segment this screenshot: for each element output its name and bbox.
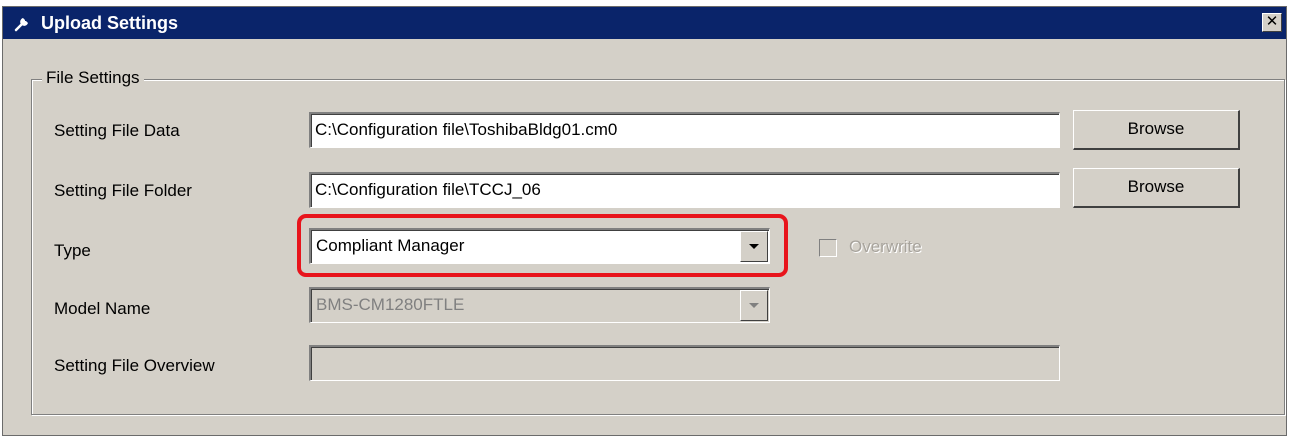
dialog-title: Upload Settings bbox=[41, 13, 179, 33]
setting-file-data-label: Setting File Data bbox=[54, 121, 180, 140]
chevron-down-icon[interactable] bbox=[740, 290, 768, 321]
group-title: File Settings bbox=[42, 67, 144, 89]
model-name-label: Model Name bbox=[54, 299, 151, 318]
highlight-annotation bbox=[297, 214, 788, 277]
close-icon: ✕ bbox=[1265, 13, 1279, 30]
setting-file-overview-label: Setting File Overview bbox=[54, 356, 215, 375]
setting-file-folder-label: Setting File Folder bbox=[54, 181, 192, 200]
setting-file-folder-input[interactable]: C:\Configuration file\TCCJ_06 bbox=[309, 172, 1060, 208]
model-name-value: BMS-CM1280FTLE bbox=[316, 295, 465, 314]
browse-folder-button[interactable]: Browse bbox=[1073, 168, 1240, 208]
setting-file-data-input[interactable]: C:\Configuration file\ToshibaBldg01.cm0 bbox=[309, 112, 1060, 148]
model-name-select[interactable]: BMS-CM1280FTLE bbox=[309, 287, 770, 323]
wrench-icon bbox=[14, 18, 28, 32]
type-label: Type bbox=[54, 241, 91, 260]
overwrite-label: Overwrite bbox=[849, 237, 922, 256]
overwrite-checkbox[interactable] bbox=[819, 239, 837, 257]
title-bar[interactable]: Upload Settings ✕ bbox=[3, 7, 1286, 39]
browse-data-button[interactable]: Browse bbox=[1073, 110, 1240, 150]
setting-file-overview-field[interactable] bbox=[309, 345, 1060, 381]
close-button[interactable]: ✕ bbox=[1262, 13, 1282, 32]
